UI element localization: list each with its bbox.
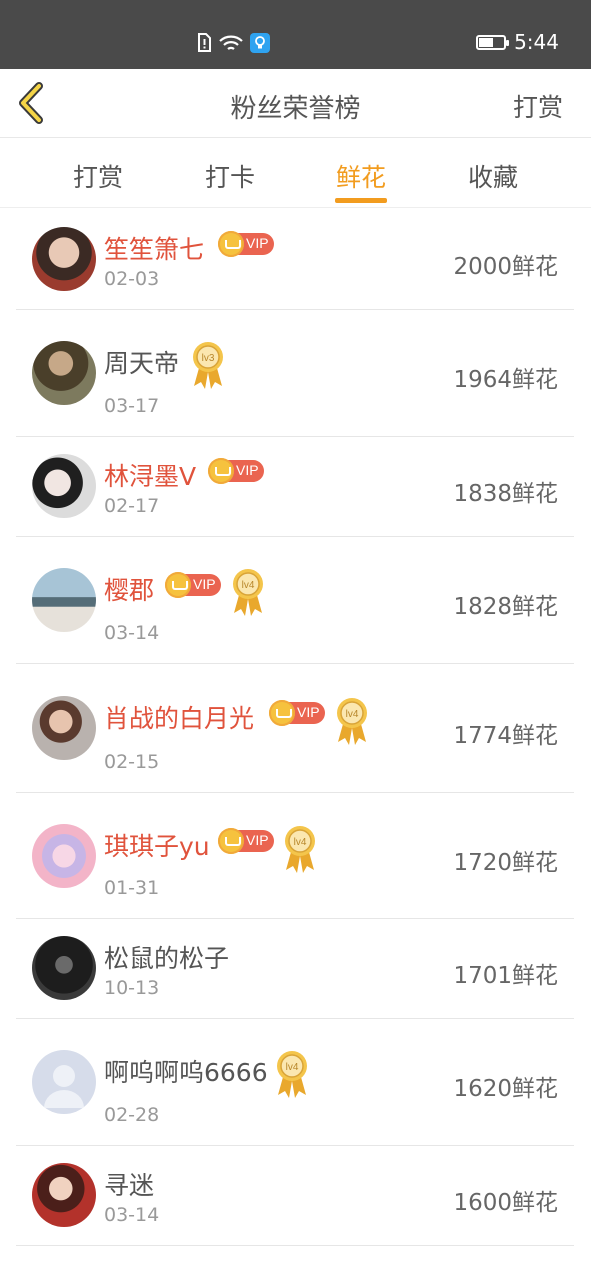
tab-favorites[interactable]: 收藏	[433, 158, 553, 194]
date: 03-14	[104, 1204, 160, 1226]
avatar[interactable]	[32, 568, 96, 632]
level-medal-icon: lv4	[337, 698, 367, 745]
user-name[interactable]: 周天帝	[104, 344, 179, 380]
user-name[interactable]: 寻迷	[104, 1166, 154, 1202]
list-item[interactable]: 林浔墨V VIP 02-17 1838鲜花	[16, 437, 574, 537]
vip-badge: VIP	[208, 458, 264, 484]
vip-badge: VIP	[218, 828, 274, 854]
wifi-icon	[219, 35, 243, 50]
list-item[interactable]: 琪琪子yu VIP lv4 01-31 1720鲜花	[16, 793, 574, 919]
flower-amount: 1620鲜花	[453, 1076, 558, 1102]
date: 02-17	[104, 495, 160, 517]
flower-amount: 1964鲜花	[453, 367, 558, 393]
vip-badge: VIP	[165, 572, 221, 598]
flower-amount: 1828鲜花	[453, 594, 558, 620]
svg-text:lv4: lv4	[346, 709, 359, 720]
date: 02-28	[104, 1104, 160, 1126]
tab-reward[interactable]: 打赏	[38, 158, 158, 194]
user-name[interactable]: 樱郡	[104, 571, 154, 607]
list-item[interactable]: 樱郡 VIP lv4 03-14 1828鲜花	[16, 537, 574, 664]
avatar[interactable]	[32, 454, 96, 518]
date: 02-03	[104, 268, 160, 290]
flower-amount: 1838鲜花	[453, 481, 558, 507]
svg-text:lv4: lv4	[242, 580, 255, 591]
crown-icon	[218, 231, 244, 257]
level-medal-icon: lv3	[193, 342, 223, 389]
status-bar: 5:44	[0, 0, 591, 69]
tab-checkin[interactable]: 打卡	[170, 158, 290, 194]
crown-icon	[208, 458, 234, 484]
avatar[interactable]	[32, 696, 96, 760]
tab-flowers[interactable]: 鲜花	[301, 158, 421, 194]
date: 02-15	[104, 751, 160, 773]
crown-icon	[218, 828, 244, 854]
avatar[interactable]	[32, 1050, 96, 1114]
tab-bar: 打赏 打卡 鲜花 收藏	[0, 138, 591, 208]
nav-header: 粉丝荣誉榜 打赏	[0, 69, 591, 138]
list-item[interactable]: 周天帝 lv3 03-17 1964鲜花	[16, 310, 574, 437]
vip-badge: VIP	[269, 700, 325, 726]
avatar[interactable]	[32, 824, 96, 888]
crown-icon	[165, 572, 191, 598]
vip-badge: VIP	[218, 231, 274, 257]
list-item[interactable]: 笙笙箫七 VIP 02-03 2000鲜花	[16, 210, 574, 310]
user-name[interactable]: 笙笙箫七	[104, 230, 204, 266]
list-item[interactable]: 啊呜啊呜6666 lv4 02-28 1620鲜花	[16, 1019, 574, 1146]
date: 03-17	[104, 395, 160, 417]
svg-text:lv4: lv4	[294, 837, 307, 848]
user-name[interactable]: 松鼠的松子	[104, 939, 229, 975]
status-icons	[196, 31, 270, 55]
flower-amount: 1720鲜花	[453, 850, 558, 876]
date: 03-14	[104, 622, 160, 644]
flower-amount: 1701鲜花	[453, 963, 558, 989]
svg-text:lv3: lv3	[202, 353, 215, 364]
avatar[interactable]	[32, 936, 96, 1000]
level-medal-icon: lv4	[277, 1051, 307, 1098]
battery-icon	[476, 34, 510, 50]
date: 10-13	[104, 977, 160, 999]
reward-button[interactable]: 打赏	[513, 88, 563, 124]
default-avatar-icon	[44, 1065, 84, 1108]
flower-amount: 1600鲜花	[453, 1190, 558, 1216]
flower-amount: 2000鲜花	[453, 254, 558, 280]
fan-ranking-list: 笙笙箫七 VIP 02-03 2000鲜花 周天帝 lv3 03-17 1964…	[16, 210, 574, 1246]
avatar[interactable]	[32, 1163, 96, 1227]
page-title: 粉丝荣誉榜	[230, 94, 361, 124]
crown-icon	[269, 700, 295, 726]
list-item[interactable]: 松鼠的松子 10-13 1701鲜花	[16, 919, 574, 1019]
status-time: 5:44	[514, 30, 559, 54]
app-notification-icon	[250, 33, 270, 53]
avatar[interactable]	[32, 227, 96, 291]
user-name[interactable]: 林浔墨V	[104, 457, 196, 493]
level-medal-icon: lv4	[233, 569, 263, 616]
user-name[interactable]: 琪琪子yu	[104, 827, 210, 863]
avatar[interactable]	[32, 341, 96, 405]
sim-card-icon	[198, 33, 211, 52]
level-medal-icon: lv4	[285, 826, 315, 873]
flower-amount: 1774鲜花	[453, 723, 558, 749]
user-name[interactable]: 啊呜啊呜6666	[104, 1053, 268, 1089]
active-tab-indicator	[335, 198, 387, 203]
svg-text:lv4: lv4	[286, 1062, 299, 1073]
list-item[interactable]: 肖战的白月光 VIP lv4 02-15 1774鲜花	[16, 664, 574, 793]
list-item[interactable]: 寻迷 03-14 1600鲜花	[16, 1146, 574, 1246]
user-name[interactable]: 肖战的白月光	[104, 699, 254, 735]
date: 01-31	[104, 877, 160, 899]
